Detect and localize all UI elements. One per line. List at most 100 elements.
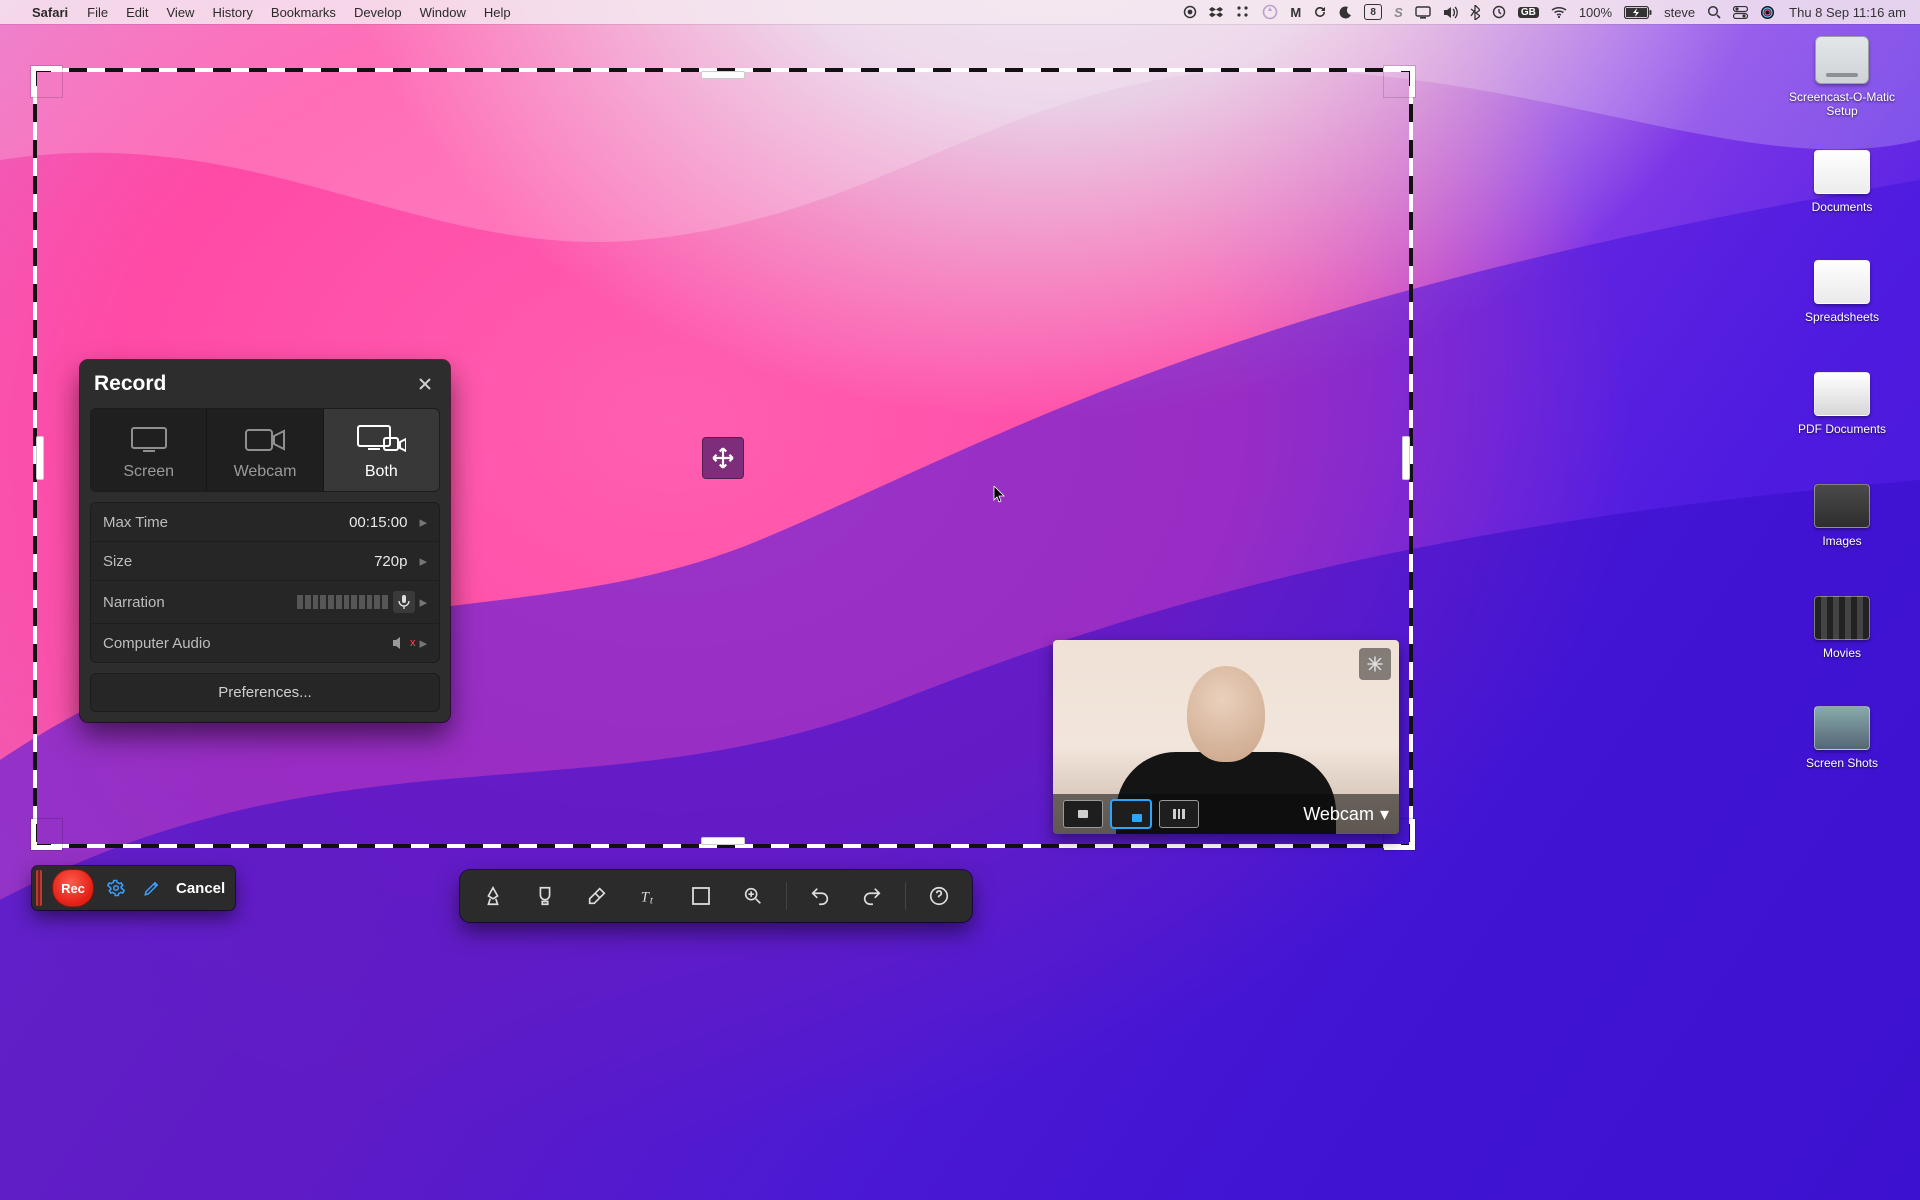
shape-tool[interactable] (678, 876, 724, 916)
mode-label: Both (330, 463, 433, 481)
desktop-icon-drive[interactable]: Screencast-O-Matic Setup (1782, 36, 1902, 118)
desktop-icon-label: Images (1782, 534, 1902, 548)
resize-handle-left[interactable] (36, 436, 44, 480)
webcam-layout-fullscreen[interactable] (1063, 800, 1103, 828)
resize-handle-right[interactable] (1402, 436, 1410, 480)
timemachine-icon[interactable] (1492, 5, 1506, 19)
input-source-badge[interactable]: GB (1518, 7, 1539, 18)
menubar: Safari File Edit View History Bookmarks … (0, 0, 1920, 24)
record-panel: Record Screen Webcam Both Max Time 00:15… (80, 360, 450, 722)
menu-extra-s-icon[interactable]: S (1394, 5, 1403, 20)
record-mode-tabs: Screen Webcam Both (90, 408, 440, 492)
desktop-icon-spreadsheets[interactable]: Spreadsheets (1782, 260, 1902, 324)
recorder-controls: Rec Cancel (32, 866, 235, 910)
row-value: 00:15:00 (349, 514, 407, 531)
cancel-button[interactable]: Cancel (176, 880, 225, 897)
row-computer-audio[interactable]: Computer Audio x ▸ (91, 624, 439, 662)
desktop: Safari File Edit View History Bookmarks … (0, 0, 1920, 1200)
battery-icon[interactable] (1624, 6, 1652, 19)
webcam-preview[interactable]: Webcam ▾ (1053, 640, 1399, 834)
desktop-icon-pdf[interactable]: PDF Documents (1782, 372, 1902, 436)
webcam-dropdown-label: Webcam (1303, 804, 1374, 825)
wifi-icon[interactable] (1551, 6, 1567, 18)
row-label: Size (103, 553, 374, 570)
move-handle[interactable] (702, 437, 744, 479)
row-narration[interactable]: Narration ▸ (91, 581, 439, 624)
desktop-icon-documents[interactable]: Documents (1782, 150, 1902, 214)
desktop-icon-movies[interactable]: Movies (1782, 596, 1902, 660)
drag-handle-icon[interactable] (36, 870, 42, 906)
settings-button[interactable] (102, 874, 130, 902)
zoom-tool[interactable] (730, 876, 776, 916)
menu-edit[interactable]: Edit (126, 5, 148, 20)
refresh-icon[interactable] (1313, 5, 1327, 19)
desktop-icon-label: Screen Shots (1782, 756, 1902, 770)
menu-extra-circle-icon[interactable] (1262, 4, 1278, 20)
separator (786, 882, 787, 910)
menu-history[interactable]: History (212, 5, 252, 20)
resize-handle-bl[interactable] (31, 819, 62, 850)
menu-develop[interactable]: Develop (354, 5, 402, 20)
audio-level-meter (297, 595, 387, 609)
calendar-menubar-icon[interactable]: 8 (1364, 4, 1382, 20)
volume-icon[interactable] (1443, 6, 1458, 19)
chevron-down-icon: ▾ (1380, 804, 1389, 825)
bluetooth-icon[interactable] (1470, 5, 1480, 20)
row-max-time[interactable]: Max Time 00:15:00 ▸ (91, 503, 439, 542)
desktop-icon-label: Documents (1782, 200, 1902, 214)
webcam-layout-side[interactable] (1159, 800, 1199, 828)
desktop-icon-screenshots[interactable]: Screen Shots (1782, 706, 1902, 770)
desktop-icon-label: PDF Documents (1782, 422, 1902, 436)
siri-icon[interactable] (1760, 5, 1775, 20)
help-button[interactable] (916, 876, 962, 916)
menu-extra-m-icon[interactable]: M (1290, 5, 1301, 20)
draw-button[interactable] (138, 874, 166, 902)
row-size[interactable]: Size 720p ▸ (91, 542, 439, 581)
text-tool[interactable]: Tt (626, 876, 672, 916)
dropbox-icon[interactable] (1209, 5, 1224, 19)
pen-tool[interactable] (470, 876, 516, 916)
menu-window[interactable]: Window (420, 5, 466, 20)
menu-help[interactable]: Help (484, 5, 511, 20)
row-label: Narration (103, 594, 297, 611)
preferences-button[interactable]: Preferences... (90, 673, 440, 712)
resize-handle-bottom[interactable] (701, 837, 745, 845)
record-status-icon[interactable] (1183, 5, 1197, 19)
screen-icon (97, 423, 200, 457)
battery-percent: 100% (1579, 5, 1612, 20)
undo-button[interactable] (797, 876, 843, 916)
mode-webcam[interactable]: Webcam (207, 409, 323, 491)
mode-label: Screen (97, 463, 200, 481)
close-button[interactable] (414, 373, 436, 395)
record-panel-title: Record (94, 372, 414, 396)
webcam-dropdown[interactable]: Webcam ▾ (1303, 804, 1389, 825)
menu-file[interactable]: File (87, 5, 108, 20)
desktop-icon-images[interactable]: Images (1782, 484, 1902, 548)
menu-view[interactable]: View (167, 5, 195, 20)
mode-screen[interactable]: Screen (91, 409, 207, 491)
desktop-icon-label: Movies (1782, 646, 1902, 660)
resize-handle-top[interactable] (701, 71, 745, 79)
webcam-effects-button[interactable] (1359, 648, 1391, 680)
control-center-icon[interactable] (1733, 6, 1748, 19)
menubar-clock[interactable]: Thu 8 Sep 11:16 am (1789, 5, 1906, 20)
chevron-right-icon: ▸ (419, 552, 427, 570)
user-menu[interactable]: steve (1664, 5, 1695, 20)
menu-bookmarks[interactable]: Bookmarks (271, 5, 336, 20)
eraser-tool[interactable] (574, 876, 620, 916)
record-button[interactable]: Rec (52, 869, 94, 907)
spotlight-icon[interactable] (1707, 5, 1721, 19)
menu-extra-icon[interactable] (1236, 5, 1250, 19)
webcam-toolbar: Webcam ▾ (1053, 794, 1399, 834)
mode-both[interactable]: Both (324, 409, 439, 491)
resize-handle-tr[interactable] (1384, 66, 1415, 97)
row-label: Computer Audio (103, 635, 392, 652)
resize-handle-tl[interactable] (31, 66, 62, 97)
highlighter-tool[interactable] (522, 876, 568, 916)
menubar-app-name[interactable]: Safari (32, 5, 68, 20)
displays-icon[interactable] (1415, 6, 1431, 19)
redo-button[interactable] (849, 876, 895, 916)
webcam-layout-pip[interactable] (1111, 800, 1151, 828)
do-not-disturb-icon[interactable] (1339, 6, 1352, 19)
microphone-button[interactable] (393, 591, 415, 613)
